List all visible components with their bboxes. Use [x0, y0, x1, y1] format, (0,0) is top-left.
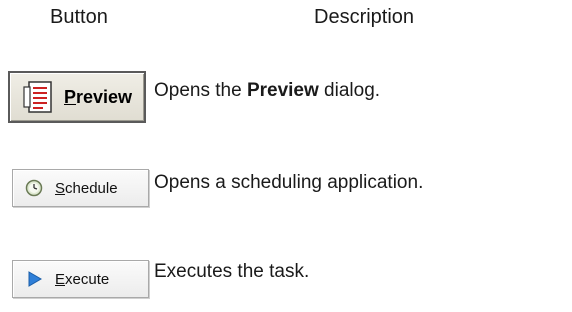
preview-description: Opens the Preview dialog. — [154, 80, 381, 101]
play-triangle-icon — [25, 270, 43, 288]
preview-description-bold: Preview — [246, 80, 319, 101]
column-header-description: Description — [314, 6, 415, 28]
schedule-button[interactable]: Schedule — [12, 169, 149, 207]
schedule-button-label: Schedule — [55, 179, 118, 197]
column-header-button: Button — [50, 6, 108, 28]
clock-icon — [25, 179, 43, 197]
preview-button-label: Preview — [64, 86, 133, 107]
preview-button[interactable]: Preview — [8, 71, 146, 123]
schedule-description: Opens a scheduling application. — [154, 172, 424, 193]
execute-button[interactable]: Execute — [12, 260, 149, 298]
execute-description: Executes the task. — [154, 261, 310, 282]
execute-button-label: Execute — [55, 270, 110, 288]
preview-document-icon — [20, 79, 56, 115]
